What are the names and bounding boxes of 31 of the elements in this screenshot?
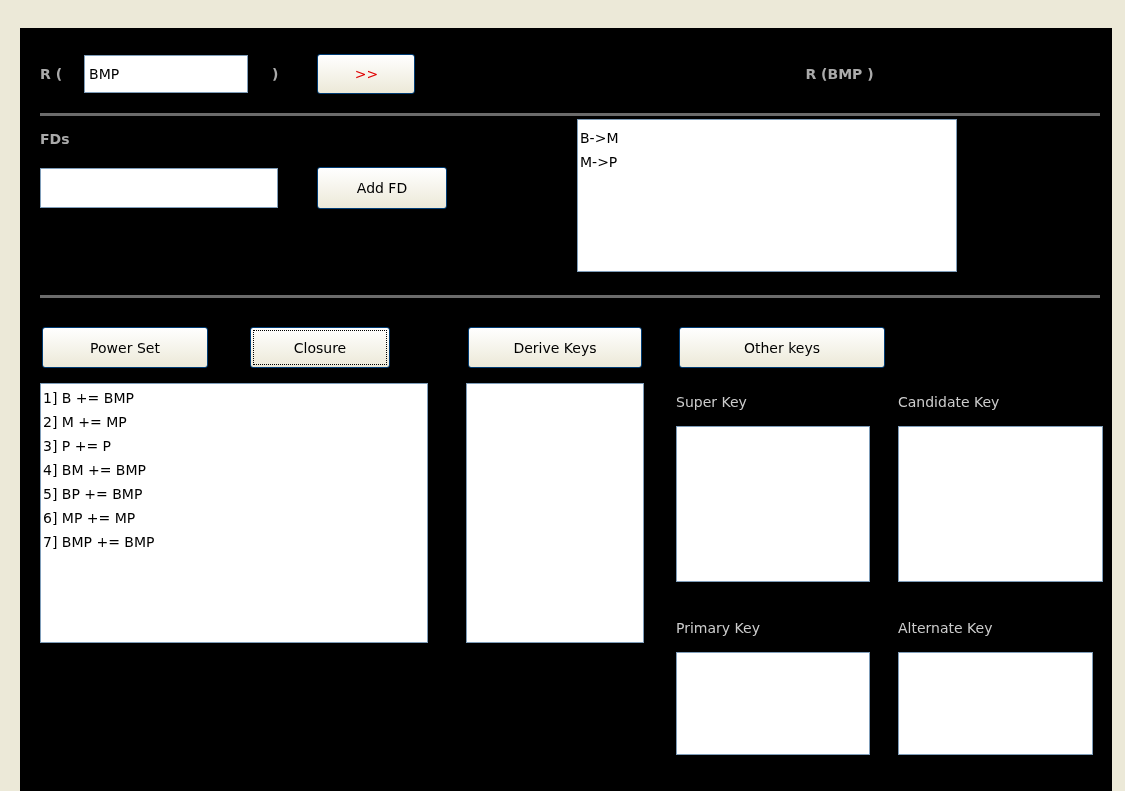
closure-list-item[interactable]: 6] MP += MP	[41, 506, 427, 530]
relation-result: R (BMP )	[805, 66, 874, 82]
fd-input-field[interactable]	[40, 168, 278, 208]
closure-list-item[interactable]: 1] B += BMP	[41, 386, 427, 410]
key-label: Primary Key	[676, 619, 761, 638]
fd-list[interactable]: B->M M->P	[577, 119, 957, 272]
fds-label: FDs	[40, 131, 71, 147]
other-keys-button[interactable]: Other keys	[679, 327, 885, 368]
key-label: Alternate Key	[898, 619, 994, 638]
key-list[interactable]	[898, 426, 1103, 582]
go-button[interactable]: >>	[317, 54, 416, 94]
closure-list-item[interactable]: 4] BM += BMP	[41, 458, 427, 482]
derive-keys-button[interactable]: Derive Keys	[468, 327, 642, 368]
closure-list-item[interactable]: 5] BP += BMP	[41, 482, 427, 506]
closure-list-item[interactable]: 7] BMP += BMP	[41, 530, 427, 554]
key-list[interactable]	[676, 426, 870, 582]
key-list[interactable]	[676, 652, 870, 755]
relation-suffix: )	[272, 66, 279, 82]
closure-list-item[interactable]: 3] P += P	[41, 434, 427, 458]
closure-list-item[interactable]: 2] M += MP	[41, 410, 427, 434]
action-button[interactable]: Power Set	[42, 327, 208, 368]
key-label: Super Key	[676, 393, 748, 412]
key-label: Candidate Key	[898, 393, 1001, 412]
key-list[interactable]	[898, 652, 1093, 755]
add-fd-button[interactable]: Add FD	[317, 167, 447, 209]
fd-list-item[interactable]: B->M	[578, 126, 956, 150]
closure-list[interactable]: 1] B += BMP 2] M += MP 3] P += P 4] BM += BMP 5] BP += BMP 6] MP += MP 7] BMP += BMP	[40, 383, 428, 643]
relation-field[interactable]: BMP	[84, 55, 249, 93]
fd-list-item[interactable]: M->P	[578, 150, 956, 174]
action-button[interactable]: Closure	[250, 327, 390, 368]
relation-prefix: R (	[40, 66, 63, 82]
